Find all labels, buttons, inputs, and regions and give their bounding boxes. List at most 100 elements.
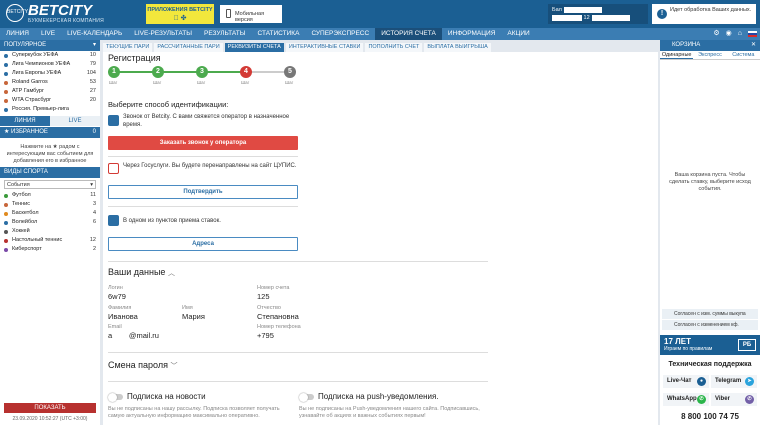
- popular-header[interactable]: ПОПУЛЯРНОЕ ▾: [0, 40, 100, 51]
- sport-icon: [4, 90, 8, 94]
- apps-button[interactable]: ПРИЛОЖЕНИЯ BETCITY  ✤: [146, 4, 214, 24]
- list-item[interactable]: Лига Европы УЕФА 104: [0, 69, 100, 78]
- step-label: Шаг: [153, 80, 162, 85]
- sport-icon: [4, 221, 8, 225]
- nav-item[interactable]: LIVE: [35, 28, 61, 40]
- password-change-label: Смена пароля: [108, 360, 168, 370]
- home-icon[interactable]: ⌂: [738, 30, 742, 38]
- list-item-count: 4: [92, 210, 96, 216]
- list-item[interactable]: Россия. Премьер-лига: [0, 105, 100, 114]
- registration-title: Регистрация: [108, 53, 161, 63]
- nav-item[interactable]: СУПЕРЭКСПРЕСС: [305, 28, 375, 40]
- nav-item[interactable]: ЛИНИЯ: [0, 28, 35, 40]
- agree-buyout-checkbox[interactable]: Согласен с изм. суммы выкупа: [662, 309, 758, 319]
- cart-tab-single[interactable]: Одинарные: [660, 51, 694, 59]
- list-item[interactable]: Теннис 3: [0, 200, 100, 209]
- list-item[interactable]: Волейбол 6: [0, 218, 100, 227]
- server-time: 23.09.2020 10:52:27 (UTC +3:00): [12, 416, 88, 422]
- events-select[interactable]: События ▾: [4, 180, 96, 189]
- balance-field: [563, 6, 602, 13]
- favorites-count: 0: [92, 129, 96, 135]
- tab-line[interactable]: ЛИНИЯ: [0, 116, 50, 126]
- list-item-label: WTA Страсбург: [12, 97, 52, 103]
- list-item-label: Хоккей: [12, 228, 30, 234]
- list-item[interactable]: Суперкубок УЕФА 10: [0, 51, 100, 60]
- support-phone[interactable]: 8 800 100 74 75: [660, 412, 760, 421]
- news-subscription-desc: Вы не подписаны на нашу рассылку. Подпис…: [108, 406, 280, 419]
- list-item[interactable]: ATP Гамбург 27: [0, 87, 100, 96]
- surname-value: Иванова: [108, 312, 138, 321]
- list-item-count: 79: [89, 61, 96, 67]
- nav-item[interactable]: СТАТИСТИКА: [251, 28, 305, 40]
- notification-box[interactable]: ! Идет обработка Ваших данных.: [652, 4, 756, 24]
- show-button[interactable]: ПОКАЗАТЬ: [4, 403, 96, 413]
- list-item[interactable]: Roland Garros 53: [0, 78, 100, 87]
- patronymic-value: Степановна: [257, 312, 299, 321]
- cart-tab-system[interactable]: Система: [727, 51, 760, 59]
- nav-item[interactable]: LIVE-РЕЗУЛЬТАТЫ: [128, 28, 198, 40]
- cart-header[interactable]: КОРЗИНА ✕: [660, 40, 760, 51]
- nav-item[interactable]: ИСТОРИЯ СЧЕТА: [375, 28, 442, 40]
- responsible-gaming-banner[interactable]: 17 ЛЕТ Играем по правилам РБ: [660, 335, 760, 355]
- phone-value: +795: [257, 331, 274, 340]
- nav-item[interactable]: ИНФОРМАЦИЯ: [442, 28, 502, 40]
- viber-button[interactable]: Viber ✆: [711, 393, 757, 406]
- list-item[interactable]: Футбол 11: [0, 191, 100, 200]
- tab-live[interactable]: LIVE: [50, 116, 100, 126]
- subtab[interactable]: РЕКВИЗИТЫ СЧЕТА: [224, 43, 284, 52]
- password-change-title[interactable]: Смена пароля ﹀: [108, 360, 178, 371]
- list-item[interactable]: Настольный теннис 12: [0, 236, 100, 245]
- logo-text[interactable]: BETCITY: [28, 2, 92, 19]
- mobile-version-button[interactable]: Мобильная версия: [220, 5, 282, 23]
- language-flag-icon[interactable]: [748, 31, 757, 37]
- subtab[interactable]: ПОПОЛНИТЬ СЧЕТ: [365, 43, 423, 52]
- account-subtabs: ТЕКУЩИЕ ПАРИ РАССЧИТАННЫЕ ПАРИ РЕКВИЗИТЫ С…: [103, 43, 658, 52]
- settings-icon[interactable]: ⚙: [713, 30, 719, 38]
- video-call-icon: [108, 115, 119, 126]
- whatsapp-button[interactable]: WhatsApp ✆: [663, 393, 709, 406]
- agree-coef-checkbox[interactable]: Согласен с изменением кф.: [662, 320, 758, 330]
- addresses-button[interactable]: Адреса: [108, 237, 298, 251]
- push-toggle[interactable]: [299, 392, 314, 402]
- nav-item[interactable]: LIVE-КАЛЕНДАРЬ: [61, 28, 128, 40]
- close-icon[interactable]: ✕: [751, 40, 756, 51]
- telegram-button[interactable]: Telegram ➤: [711, 375, 757, 388]
- sport-icon: [4, 99, 8, 103]
- list-item[interactable]: Хоккей: [0, 227, 100, 236]
- balance-value: 12: [583, 15, 590, 21]
- subtab[interactable]: ВЫПЛАТА ВЫИГРЫША: [424, 43, 491, 52]
- nav-item[interactable]: АКЦИИ: [501, 28, 535, 40]
- list-item-count: 2: [92, 246, 96, 252]
- viber-icon: ✆: [745, 395, 754, 404]
- subtab[interactable]: ИНТЕРАКТИВНЫЕ СТАВКИ: [285, 43, 364, 52]
- login-value: 6w79: [108, 292, 126, 301]
- list-item-label: Россия. Премьер-лига: [12, 106, 69, 112]
- list-item[interactable]: Баскетбол 4: [0, 209, 100, 218]
- account-icon[interactable]: ◉: [726, 30, 732, 38]
- list-item-count: 6: [92, 219, 96, 225]
- list-item[interactable]: Лига Чемпионов УЕФА 79: [0, 60, 100, 69]
- right-sidebar: КОРЗИНА ✕ Одинарные Экспресс Система Ваш…: [660, 40, 760, 425]
- live-chat-button[interactable]: Live-Чат ●: [663, 375, 709, 388]
- favorites-header[interactable]: ★ ИЗБРАННОЕ 0: [0, 127, 100, 138]
- order-call-button[interactable]: Заказать звонок у оператора: [108, 136, 298, 150]
- list-item-count: 53: [89, 79, 96, 85]
- separator: [108, 261, 488, 262]
- name-value: Мария: [182, 312, 205, 321]
- list-item[interactable]: Киберспорт 2: [0, 245, 100, 254]
- cart-tab-express[interactable]: Экспресс: [693, 51, 726, 59]
- nav-item[interactable]: РЕЗУЛЬТАТЫ: [198, 28, 251, 40]
- list-item[interactable]: WTA Страсбург 20: [0, 96, 100, 105]
- sports-header[interactable]: ВИДЫ СПОРТА: [0, 167, 100, 178]
- confirm-button[interactable]: Подтвердить: [108, 185, 298, 199]
- whatsapp-icon: ✆: [697, 395, 706, 404]
- collapse-icon[interactable]: ▾: [93, 40, 96, 51]
- subtab[interactable]: РАССЧИТАННЫЕ ПАРИ: [154, 43, 223, 52]
- news-toggle[interactable]: [108, 392, 123, 402]
- subtab[interactable]: ТЕКУЩИЕ ПАРИ: [103, 43, 153, 52]
- balance-panel[interactable]: Бал 12: [548, 4, 648, 24]
- your-data-title[interactable]: Ваши данные ︿: [108, 267, 175, 278]
- logo-mark[interactable]: BETCITY: [6, 4, 28, 22]
- account-value: 125: [257, 292, 270, 301]
- list-item-label: Теннис: [12, 201, 31, 207]
